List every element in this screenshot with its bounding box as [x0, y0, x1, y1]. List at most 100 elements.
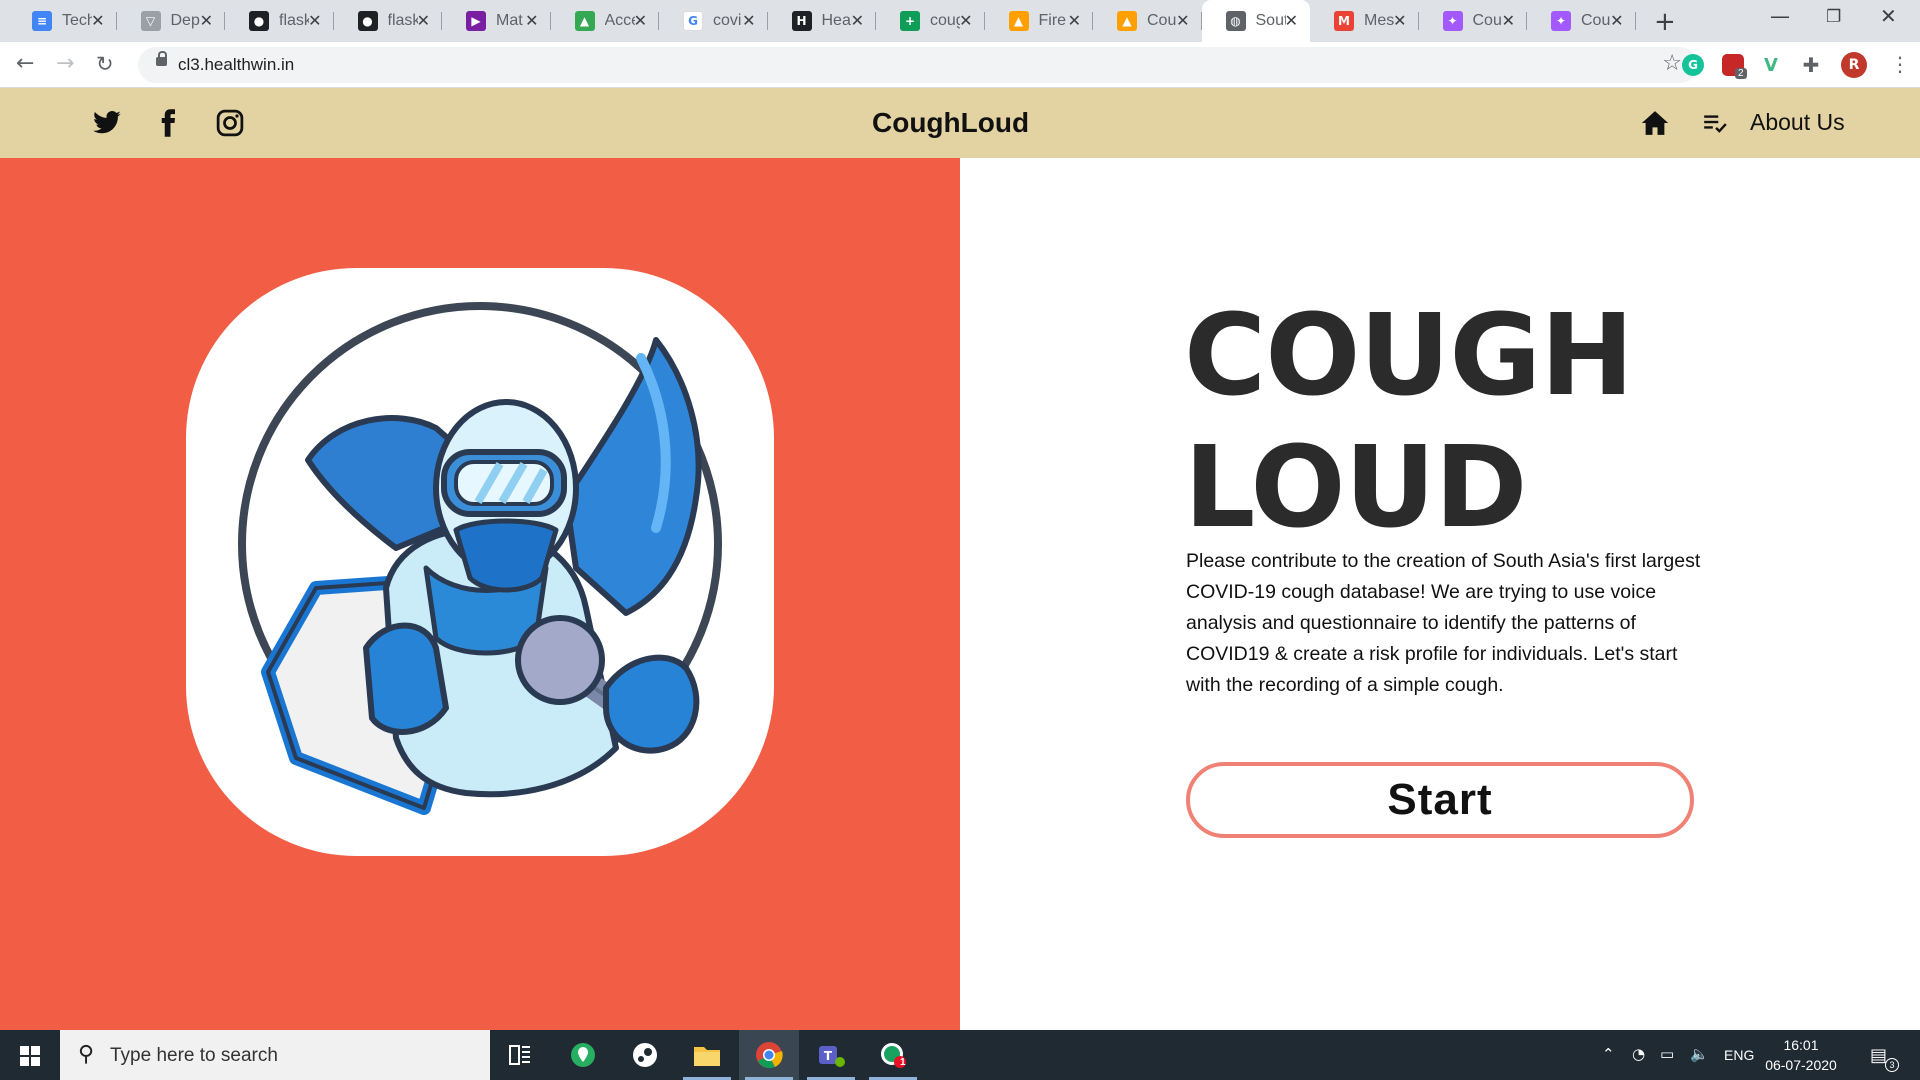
clock-time: 16:01	[1783, 1037, 1819, 1053]
address-bar[interactable]: cl3.healthwin.in ☆	[138, 47, 1698, 83]
browser-tab[interactable]: ▽ Dep ✕	[117, 0, 225, 42]
sheets-icon: +	[900, 11, 920, 31]
browser-tab[interactable]: ▲ Fire ✕	[985, 0, 1093, 42]
browser-tab-title: Cou	[1472, 12, 1502, 29]
extension-badge: 2	[1735, 68, 1747, 79]
browser-tab[interactable]: M Mes ✕	[1310, 0, 1419, 42]
close-tab-icon[interactable]: ✕	[1393, 11, 1406, 30]
teams-icon[interactable]: T	[801, 1030, 861, 1080]
github-icon: ●	[357, 11, 378, 31]
back-icon[interactable]: ←	[16, 53, 34, 75]
browser-tab[interactable]: ▲ Cou ✕	[1093, 0, 1202, 42]
bookmark-star-icon[interactable]: ☆	[1662, 51, 1682, 76]
browser-tab[interactable]: ● flask ✕	[334, 0, 442, 42]
svg-text:T: T	[824, 1049, 833, 1063]
browser-tab-title: Tech	[62, 12, 92, 29]
figma-icon: ✦	[1442, 11, 1463, 31]
instagram-icon[interactable]	[215, 108, 245, 138]
app-icon: H	[791, 11, 812, 31]
browser-tab-title: Mes	[1364, 12, 1394, 29]
grammarly-extension-icon[interactable]: G	[1682, 54, 1704, 76]
twitter-icon[interactable]	[92, 108, 122, 138]
whatsapp-icon[interactable]: 1	[863, 1030, 923, 1080]
profile-avatar[interactable]: R	[1841, 52, 1867, 78]
windows-start-icon[interactable]	[20, 1046, 40, 1066]
browser-tab[interactable]: ≡ Tech ✕	[8, 0, 117, 42]
volume-icon[interactable]: 🔈	[1690, 1045, 1709, 1063]
playlist-icon[interactable]	[1702, 110, 1728, 136]
close-tab-icon[interactable]: ✕	[200, 11, 213, 30]
battery-icon[interactable]: ▭	[1660, 1045, 1674, 1063]
restore-icon[interactable]: ❐	[1826, 7, 1841, 27]
firebase-icon: ▲	[1008, 11, 1029, 31]
home-icon[interactable]	[1640, 108, 1670, 138]
close-tab-icon[interactable]: ✕	[417, 11, 430, 30]
windows-taskbar: ⚲ Type here to search T 1 ⌃ ◔ ▭ 🔈 ENG 16…	[0, 1030, 1920, 1080]
hero-content-panel: COUGH LOUD Please contribute to the crea…	[960, 158, 1920, 1030]
mascot-logo-card	[186, 268, 774, 856]
vue-devtools-icon[interactable]: V	[1760, 54, 1782, 76]
teams-notification-badge: 1	[900, 1057, 906, 1068]
lock-icon[interactable]	[156, 51, 167, 66]
browser-tab[interactable]: + coug✕	[876, 0, 985, 42]
minimize-icon[interactable]: —	[1770, 4, 1790, 28]
wifi-icon[interactable]: ◔	[1632, 1045, 1645, 1063]
new-tab-button[interactable]: +	[1654, 7, 1676, 37]
close-tab-icon[interactable]: ✕	[1068, 11, 1081, 30]
notification-count-badge: 3	[1885, 1058, 1899, 1072]
browser-tab-strip: + — ❐ ✕ ≡ Tech ✕ ▽ Dep ✕ ● flask ✕ ● flask ✕ ▶ Mat ✕ ▲ A…	[0, 0, 1920, 42]
browser-tab[interactable]: ◍ Sout ✕	[1201, 0, 1310, 42]
language-indicator[interactable]: ENG	[1724, 1047, 1754, 1063]
taskbar-search-placeholder[interactable]: Type here to search	[110, 1045, 278, 1067]
browser-tab-title: flask	[387, 12, 418, 29]
close-tab-icon[interactable]: ✕	[1502, 11, 1515, 30]
browser-tab[interactable]: ▶ Mat ✕	[442, 0, 551, 42]
start-button[interactable]: Start	[1186, 762, 1694, 838]
browser-tab[interactable]: ▲ Acce✕	[551, 0, 659, 42]
gmail-icon: M	[1334, 11, 1354, 31]
browser-tab-title: Cou	[1581, 12, 1611, 29]
menu-kebab-icon[interactable]: ⋮	[1890, 53, 1910, 75]
show-hidden-icons-icon[interactable]: ⌃	[1602, 1045, 1615, 1063]
close-tab-icon[interactable]: ✕	[1176, 11, 1189, 30]
hero-image-panel	[0, 158, 960, 1030]
docs-icon: ≡	[32, 11, 52, 31]
reload-icon[interactable]: ↻	[96, 53, 114, 75]
system-clock[interactable]: 16:01 06-07-2020	[1756, 1035, 1846, 1075]
tab-separator	[1634, 12, 1636, 30]
file-explorer-icon[interactable]	[677, 1030, 737, 1080]
browser-tab[interactable]: Gcovi ✕	[659, 0, 768, 42]
brand-title[interactable]: CoughLoud	[872, 107, 1029, 139]
browser-tab[interactable]: ✦ Cou ✕	[1419, 0, 1527, 42]
close-window-icon[interactable]: ✕	[1880, 4, 1897, 28]
close-tab-icon[interactable]: ✕	[634, 11, 647, 30]
close-tab-icon[interactable]: ✕	[91, 11, 104, 30]
close-tab-icon[interactable]: ✕	[851, 11, 864, 30]
play-icon: ▶	[466, 11, 486, 31]
steam-icon[interactable]	[615, 1030, 675, 1080]
close-tab-icon[interactable]: ✕	[308, 11, 321, 30]
google-icon: G	[683, 11, 703, 31]
close-tab-icon[interactable]: ✕	[959, 11, 972, 30]
browser-tab[interactable]: ● flask ✕	[225, 0, 334, 42]
browser-tab-title: Fire	[1038, 12, 1067, 29]
drive-icon: ▲	[574, 11, 595, 31]
browser-tab[interactable]: H Heal ✕	[768, 0, 876, 42]
extensions-puzzle-icon[interactable]: ✚	[1800, 53, 1822, 77]
close-tab-icon[interactable]: ✕	[1285, 11, 1298, 30]
task-view-icon[interactable]	[490, 1030, 550, 1080]
close-tab-icon[interactable]: ✕	[525, 11, 538, 30]
url-text[interactable]: cl3.healthwin.in	[178, 55, 294, 75]
forward-icon[interactable]: →	[56, 53, 74, 75]
github-icon: ●	[249, 11, 269, 31]
map-app-icon[interactable]	[553, 1030, 613, 1080]
close-tab-icon[interactable]: ✕	[742, 11, 755, 30]
taskbar-search-box[interactable]: ⚲ Type here to search	[60, 1030, 490, 1080]
chrome-icon[interactable]	[739, 1030, 799, 1080]
close-tab-icon[interactable]: ✕	[1610, 11, 1623, 30]
vue-logo-icon: ▽	[140, 11, 161, 31]
facebook-icon[interactable]	[153, 108, 183, 138]
about-us-link[interactable]: About Us	[1750, 109, 1845, 136]
browser-tab[interactable]: ✦ Cou ✕	[1527, 0, 1636, 42]
site-header: CoughLoud About Us	[0, 88, 1920, 158]
